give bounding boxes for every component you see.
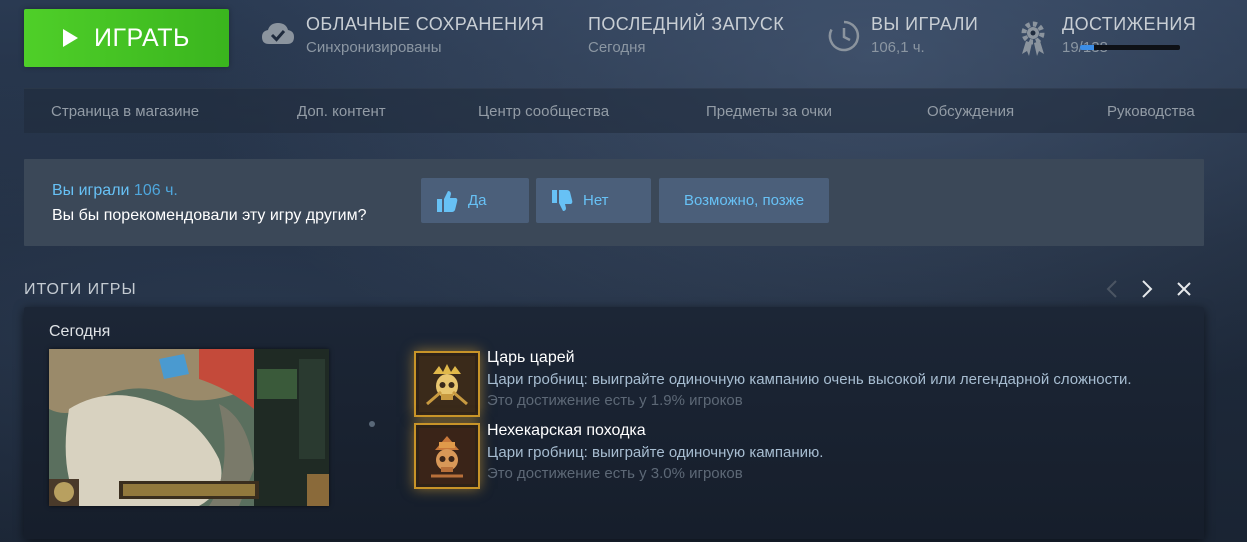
playtime-title: ВЫ ИГРАЛИ [871, 14, 979, 34]
cloud-saves-stat[interactable]: ОБЛАЧНЫЕ СОХРАНЕНИЯ Синхронизированы [261, 14, 561, 60]
recommendation-panel: Вы играли 106 ч. Вы бы порекомендовали э… [24, 159, 1204, 246]
achievement-gear-icon [1018, 20, 1048, 63]
achievements-progress-fill [1080, 45, 1094, 50]
recommend-yes-label: Да [468, 192, 487, 209]
achievement-1-description: Цари гробниц: выиграйте одиночную кампан… [487, 371, 1132, 388]
nav-community-hub[interactable]: Центр сообщества [478, 103, 609, 120]
last-launch-title: ПОСЛЕДНИЙ ЗАПУСК [588, 14, 785, 34]
game-nav-bar: Страница в магазине Доп. контент Центр с… [24, 88, 1247, 133]
chevron-left-icon [1106, 280, 1117, 298]
chevron-right-icon [1142, 280, 1153, 298]
game-summary-title: ИТОГИ ИГРЫ [24, 281, 137, 298]
nav-guides[interactable]: Руководства [1107, 103, 1195, 120]
skull-helm-icon [419, 428, 475, 484]
next-arrow-button[interactable] [1136, 278, 1158, 300]
nav-dlc[interactable]: Доп. контент [297, 103, 386, 120]
recommend-yes-button[interactable]: Да [421, 178, 529, 223]
cloud-check-icon [261, 20, 295, 53]
thumbs-down-icon [552, 189, 573, 211]
thumbs-up-icon [437, 190, 458, 212]
recommend-later-button[interactable]: Возможно, позже [659, 178, 829, 223]
recommend-no-label: Нет [583, 192, 609, 209]
screenshot-thumbnail[interactable] [49, 349, 329, 506]
achievement-icon-2 [414, 423, 480, 489]
last-launch-stat: ПОСЛЕДНИЙ ЗАПУСК Сегодня [588, 14, 808, 60]
game-summary-panel: Сегодня Царь царей Цари гробниц: выиграй… [24, 307, 1204, 539]
recommend-question: Вы бы порекомендовали эту игру другим? [52, 207, 367, 224]
close-icon [1177, 282, 1191, 296]
achievement-2-percent: Это достижение есть у 3.0% игроков [487, 465, 743, 482]
playtime-stat: ВЫ ИГРАЛИ 106,1 ч. [828, 14, 998, 60]
achievements-progress-bar [1080, 45, 1180, 50]
last-launch-value: Сегодня [588, 39, 646, 56]
close-summary-button[interactable] [1173, 278, 1195, 300]
recommend-playtime-value: 106 ч. [133, 182, 178, 199]
play-icon [63, 29, 79, 47]
recommend-later-label: Возможно, позже [683, 192, 805, 209]
achievements-stat[interactable]: ДОСТИЖЕНИЯ 19/138 [1018, 14, 1228, 60]
achievement-2-description: Цари гробниц: выиграйте одиночную кампан… [487, 444, 824, 461]
achievement-2-name: Нехекарская походка [487, 422, 646, 439]
cloud-saves-title: ОБЛАЧНЫЕ СОХРАНЕНИЯ [306, 14, 545, 34]
recommend-playtime: Вы играли 106 ч. [52, 182, 178, 200]
clock-icon [828, 20, 860, 57]
game-header-bar: ИГРАТЬ ОБЛАЧНЫЕ СОХРАНЕНИЯ Синхронизиров… [0, 0, 1247, 80]
carousel-dot [369, 421, 375, 427]
achievement-1-percent: Это достижение есть у 1.9% игроков [487, 392, 743, 409]
summary-date: Сегодня [49, 323, 111, 340]
prev-arrow-button[interactable] [1101, 278, 1123, 300]
play-button-label: ИГРАТЬ [94, 23, 190, 52]
achievement-icon-1 [414, 351, 480, 417]
play-button[interactable]: ИГРАТЬ [24, 9, 229, 67]
skull-crown-icon [419, 356, 475, 412]
recommend-playtime-prefix: Вы играли [52, 182, 130, 199]
recommend-no-button[interactable]: Нет [536, 178, 651, 223]
nav-points-shop[interactable]: Предметы за очки [706, 103, 832, 120]
playtime-value: 106,1 ч. [871, 39, 925, 56]
nav-store-page[interactable]: Страница в магазине [51, 103, 199, 120]
nav-discussions[interactable]: Обсуждения [927, 103, 1014, 120]
achievements-title: ДОСТИЖЕНИЯ [1062, 14, 1197, 34]
cloud-saves-status: Синхронизированы [306, 39, 442, 56]
achievement-1-name: Царь царей [487, 349, 575, 366]
game-map-screenshot [49, 349, 329, 506]
